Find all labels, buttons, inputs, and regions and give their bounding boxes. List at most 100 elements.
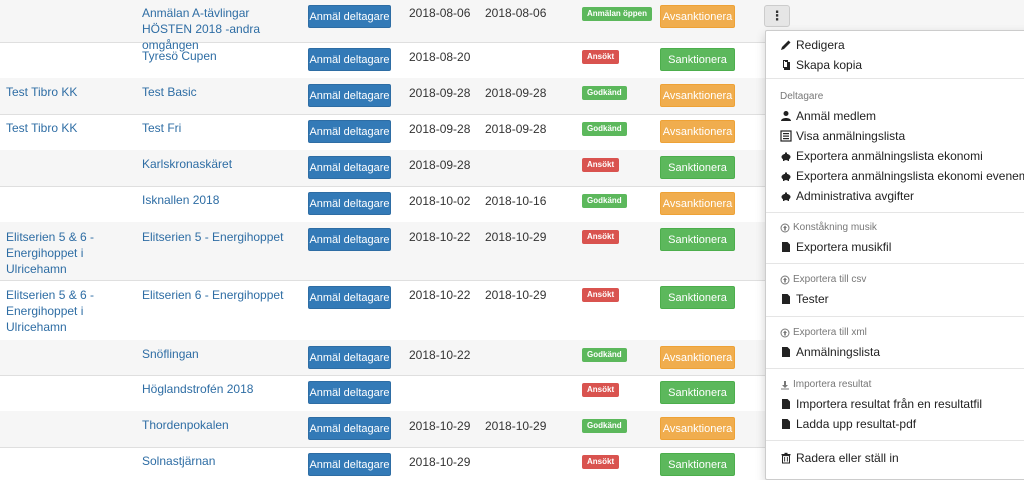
register-participants-button[interactable]: Anmäl deltagare: [308, 453, 391, 476]
file-icon: [780, 346, 792, 358]
more-options-button[interactable]: ⋮: [764, 5, 790, 27]
status-badge: Godkänd: [582, 348, 627, 362]
unsanction-button[interactable]: Avsanktionera: [660, 417, 735, 440]
status-badge: Anmälan öppen: [582, 7, 653, 21]
event-link[interactable]: Karlskronaskäret: [142, 156, 302, 172]
register-participants-button[interactable]: Anmäl deltagare: [308, 84, 391, 107]
register-participants-button[interactable]: Anmäl deltagare: [308, 5, 391, 28]
sanction-button[interactable]: Sanktionera: [660, 156, 735, 179]
menu-item-show-list[interactable]: Visa anmälningslista: [780, 128, 905, 144]
status-badge: Ansökt: [582, 158, 620, 172]
end-date: 2018-08-06: [485, 6, 547, 20]
club-link[interactable]: Elitserien 5 & 6 - Energihoppet i Ulrice…: [6, 287, 126, 335]
start-date: 2018-10-29: [409, 455, 471, 469]
sanction-button[interactable]: Sanktionera: [660, 286, 735, 309]
file-icon: [780, 293, 792, 305]
menu-item-export-music[interactable]: Exportera musikfil: [780, 239, 891, 255]
menu-item-export-economy[interactable]: Exportera anmälningslista ekonomi: [780, 148, 983, 164]
start-date: 2018-10-22: [409, 348, 471, 362]
end-date: 2018-10-29: [485, 419, 547, 433]
menu-item-csv-testers[interactable]: Tester: [780, 291, 829, 307]
event-link[interactable]: Tyresö Cupen: [142, 48, 302, 64]
sanction-button[interactable]: Sanktionera: [660, 48, 735, 71]
piggy-bank-icon: [780, 190, 792, 202]
menu-item-admin-fees[interactable]: Administrativa avgifter: [780, 188, 914, 204]
event-link[interactable]: Isknallen 2018: [142, 192, 302, 208]
trash-icon: [780, 452, 792, 464]
menu-item-upload-pdf[interactable]: Ladda upp resultat-pdf: [780, 416, 916, 432]
unsanction-button[interactable]: Avsanktionera: [660, 120, 735, 143]
register-participants-button[interactable]: Anmäl deltagare: [308, 48, 391, 71]
menu-divider: [766, 263, 1024, 264]
start-date: 2018-10-22: [409, 288, 471, 302]
start-date: 2018-10-29: [409, 419, 471, 433]
menu-header-xml: Exportera till xml: [780, 327, 867, 338]
menu-item-copy[interactable]: Skapa kopia: [780, 57, 862, 73]
unsanction-button[interactable]: Avsanktionera: [660, 192, 735, 215]
sanction-button[interactable]: Sanktionera: [660, 453, 735, 476]
unsanction-button[interactable]: Avsanktionera: [660, 346, 735, 369]
file-icon: [780, 241, 792, 253]
menu-header-participants: Deltagare: [780, 91, 824, 102]
circle-arrow-icon: [780, 223, 790, 233]
menu-header-music: Konståkning musik: [780, 222, 877, 233]
club-link[interactable]: Test Tibro KK: [6, 120, 126, 136]
club-link[interactable]: Test Tibro KK: [6, 84, 126, 100]
menu-header-csv: Exportera till csv: [780, 274, 866, 285]
event-link[interactable]: Snöflingan: [142, 346, 302, 362]
start-date: 2018-09-28: [409, 122, 471, 136]
club-link[interactable]: Elitserien 5 & 6 - Energihoppet i Ulrice…: [6, 229, 126, 277]
start-date: 2018-08-06: [409, 6, 471, 20]
register-participants-button[interactable]: Anmäl deltagare: [308, 192, 391, 215]
start-date: 2018-10-22: [409, 230, 471, 244]
register-participants-button[interactable]: Anmäl deltagare: [308, 381, 391, 404]
menu-item-edit[interactable]: Redigera: [780, 37, 845, 53]
register-participants-button[interactable]: Anmäl deltagare: [308, 286, 391, 309]
unsanction-button[interactable]: Avsanktionera: [660, 5, 735, 28]
end-date: 2018-09-28: [485, 86, 547, 100]
status-badge: Ansökt: [582, 455, 620, 469]
menu-item-delete[interactable]: Radera eller ställ in: [780, 450, 899, 466]
menu-item-export-economy-events[interactable]: Exportera anmälningslista ekonomi evenem…: [780, 168, 1024, 184]
event-link[interactable]: Test Basic: [142, 84, 302, 100]
event-link[interactable]: Solnastjärnan: [142, 453, 302, 469]
end-date: 2018-10-29: [485, 230, 547, 244]
event-link[interactable]: Test Fri: [142, 120, 302, 136]
status-badge: Ansökt: [582, 383, 620, 397]
event-link[interactable]: Elitserien 6 - Energihoppet: [142, 287, 302, 303]
menu-divider: [766, 368, 1024, 369]
event-link[interactable]: Elitserien 5 - Energihoppet: [142, 229, 302, 245]
start-date: 2018-08-20: [409, 50, 471, 64]
menu-divider: [766, 440, 1024, 441]
file-icon: [780, 418, 792, 430]
pencil-icon: [780, 39, 792, 51]
register-participants-button[interactable]: Anmäl deltagare: [308, 156, 391, 179]
status-badge: Godkänd: [582, 86, 627, 100]
status-badge: Ansökt: [582, 288, 620, 302]
menu-divider: [766, 78, 1024, 79]
circle-arrow-icon: [780, 328, 790, 338]
menu-item-register-member[interactable]: Anmäl medlem: [780, 108, 876, 124]
status-badge: Ansökt: [582, 230, 620, 244]
start-date: 2018-10-02: [409, 194, 471, 208]
register-participants-button[interactable]: Anmäl deltagare: [308, 417, 391, 440]
copy-icon: [780, 59, 792, 71]
menu-item-xml-list[interactable]: Anmälningslista: [780, 344, 880, 360]
event-link[interactable]: Thordenpokalen: [142, 417, 302, 433]
register-participants-button[interactable]: Anmäl deltagare: [308, 228, 391, 251]
event-link[interactable]: Höglandstrofén 2018: [142, 381, 302, 397]
end-date: 2018-10-29: [485, 288, 547, 302]
sanction-button[interactable]: Sanktionera: [660, 381, 735, 404]
register-participants-button[interactable]: Anmäl deltagare: [308, 346, 391, 369]
end-date: 2018-09-28: [485, 122, 547, 136]
status-badge: Ansökt: [582, 50, 620, 64]
piggy-bank-icon: [780, 150, 792, 162]
unsanction-button[interactable]: Avsanktionera: [660, 84, 735, 107]
kebab-icon: ⋮: [770, 8, 784, 23]
sanction-button[interactable]: Sanktionera: [660, 228, 735, 251]
menu-divider: [766, 212, 1024, 213]
list-icon: [780, 130, 792, 142]
register-participants-button[interactable]: Anmäl deltagare: [308, 120, 391, 143]
start-date: 2018-09-28: [409, 86, 471, 100]
menu-item-import-file[interactable]: Importera resultat från en resultatfil: [780, 396, 982, 412]
